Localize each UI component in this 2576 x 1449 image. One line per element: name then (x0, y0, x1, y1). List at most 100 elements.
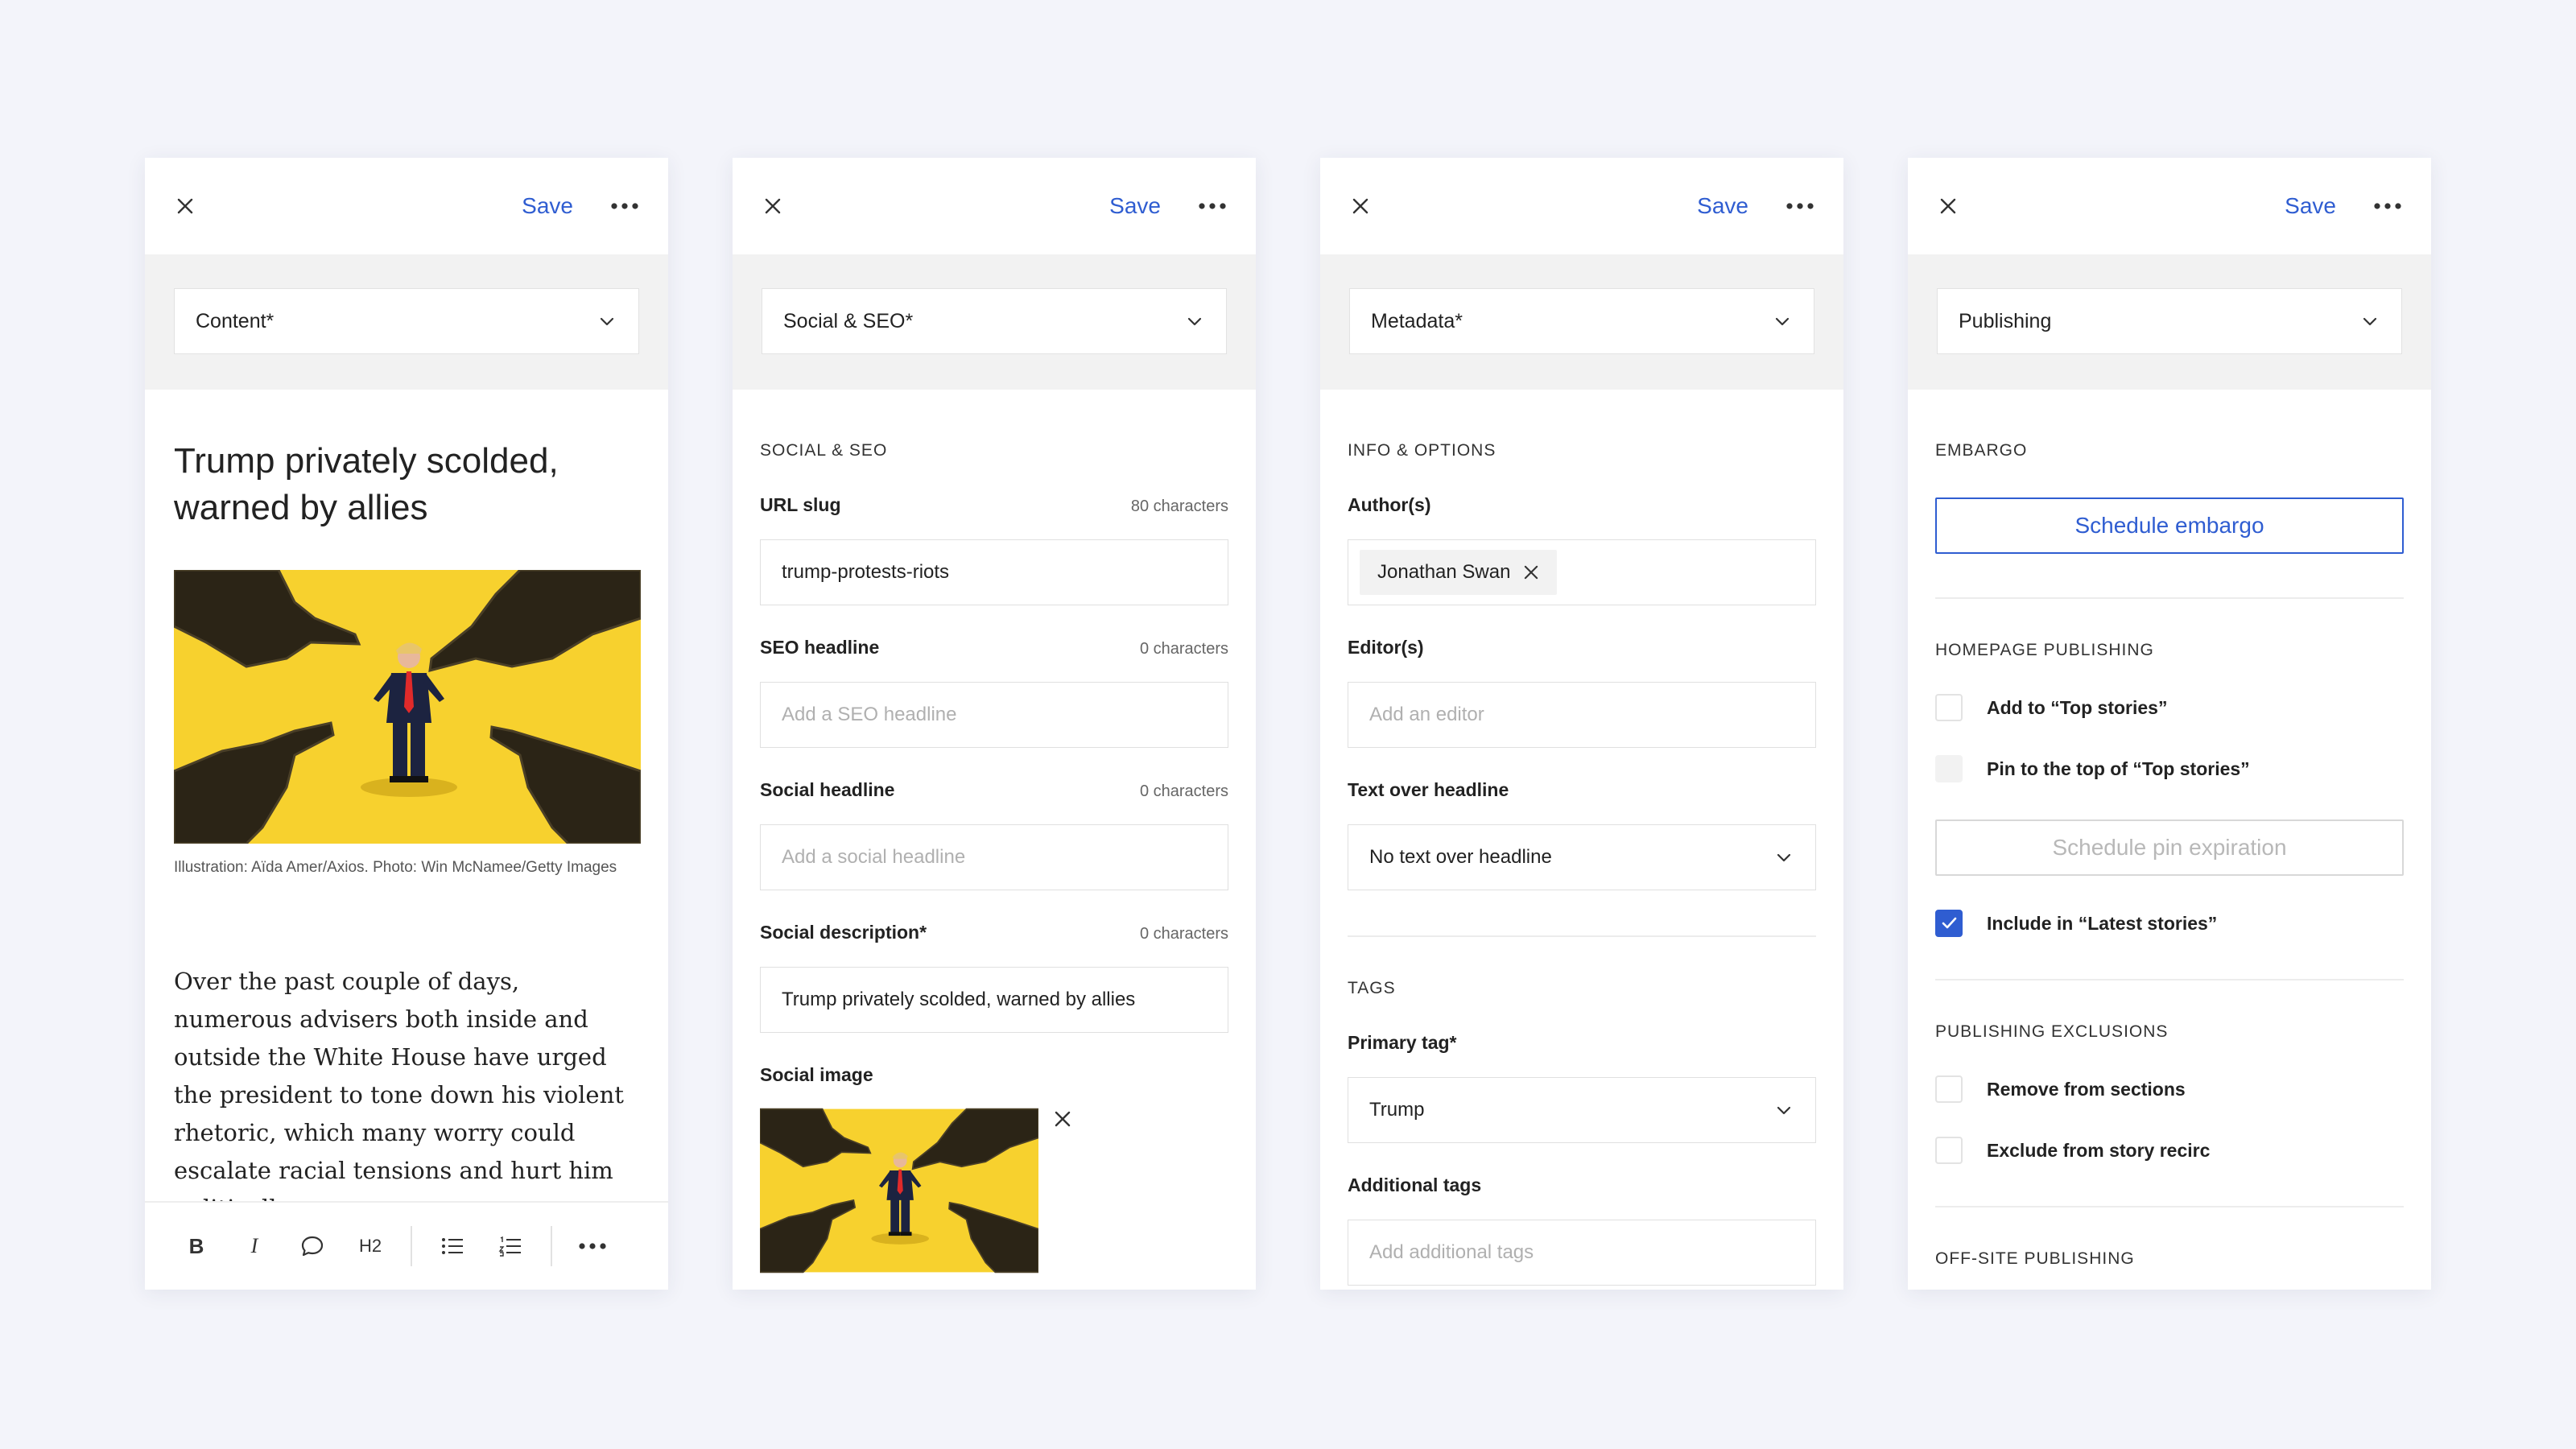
section-heading: SOCIAL & SEO (760, 441, 888, 460)
pin-top-stories-label: Pin to the top of “Top stories” (1987, 758, 2250, 779)
more-options-icon[interactable] (609, 192, 641, 221)
remove-from-sections-label: Remove from sections (1987, 1079, 2186, 1100)
social-image-label: Social image (760, 1064, 873, 1085)
exclude-recirc-checkbox[interactable] (1935, 1137, 1963, 1164)
text-over-headline-label: Text over headline (1348, 779, 1509, 800)
close-icon[interactable] (1346, 192, 1375, 221)
add-top-stories-label: Add to “Top stories” (1987, 697, 2168, 718)
include-latest-stories-label: Include in “Latest stories” (1987, 913, 2218, 934)
url-slug-label-row: URL slug 80 characters (760, 494, 1228, 516)
close-icon[interactable] (758, 192, 787, 221)
close-icon[interactable] (1934, 192, 1963, 221)
toolbar-divider (551, 1226, 552, 1266)
social-seo-form: SOCIAL & SEO URL slug 80 characters trum… (733, 390, 1256, 1290)
text-over-headline-select[interactable]: No text over headline (1348, 824, 1816, 890)
embargo-heading: EMBARGO (1935, 441, 2028, 460)
metadata-panel: Save Metadata* INFO & OPTIONS Author(s) … (1320, 158, 1843, 1290)
bold-button[interactable]: B (167, 1226, 225, 1266)
section-divider (1348, 935, 1816, 937)
remove-from-sections-checkbox[interactable] (1935, 1075, 1963, 1103)
schedule-embargo-button[interactable]: Schedule embargo (1935, 497, 2404, 554)
url-slug-input[interactable]: trump-protests-riots (760, 539, 1228, 605)
chevron-down-icon (597, 311, 617, 332)
social-description-label-row: Social description* 0 characters (760, 922, 1228, 943)
editors-label: Editor(s) (1348, 637, 1424, 658)
numbered-list-button[interactable] (481, 1226, 539, 1266)
checkmark-icon (1942, 917, 1957, 929)
pin-top-stories-checkbox (1935, 755, 1963, 782)
section-select-bar: Publishing (1908, 254, 2431, 390)
info-options-heading: INFO & OPTIONS (1348, 441, 1496, 460)
section-divider (1935, 979, 2404, 980)
publishing-panel: Save Publishing EMBARGO Schedule embargo… (1908, 158, 2431, 1290)
comment-button[interactable] (283, 1226, 341, 1266)
article-image[interactable] (174, 570, 641, 844)
content-panel: Save Content* Trump privately scolded, w… (145, 158, 668, 1290)
publishing-exclusions-heading: PUBLISHING EXCLUSIONS (1935, 1022, 2169, 1041)
social-description-label: Social description* (760, 922, 927, 943)
seo-headline-label-row: SEO headline 0 characters (760, 637, 1228, 658)
section-select[interactable]: Publishing (1937, 288, 2402, 354)
primary-tag-select[interactable]: Trump (1348, 1077, 1816, 1143)
image-caption[interactable]: Illustration: Aïda Amer/Axios. Photo: Wi… (174, 855, 639, 881)
social-headline-input[interactable]: Add a social headline (760, 824, 1228, 890)
section-select[interactable]: Content* (174, 288, 639, 354)
section-select-bar: Metadata* (1320, 254, 1843, 390)
text-over-headline-value: No text over headline (1369, 846, 1552, 868)
editors-input[interactable]: Add an editor (1348, 682, 1816, 748)
section-select[interactable]: Social & SEO* (762, 288, 1227, 354)
article-title[interactable]: Trump privately scolded, warned by allie… (174, 438, 639, 531)
social-image-thumbnail[interactable] (760, 1108, 1038, 1274)
social-headline-label-row: Social headline 0 characters (760, 779, 1228, 801)
metadata-form: INFO & OPTIONS Author(s) Jonathan Swan E… (1320, 390, 1843, 1290)
bulleted-list-button[interactable] (423, 1226, 481, 1266)
article-body[interactable]: Over the past couple of days, numerous a… (174, 963, 644, 1228)
section-select-value: Social & SEO* (783, 309, 914, 332)
social-description-input[interactable]: Trump privately scolded, warned by allie… (760, 967, 1228, 1033)
publishing-form: EMBARGO Schedule embargo HOMEPAGE PUBLIS… (1908, 390, 2431, 1290)
toolbar-divider (411, 1226, 412, 1266)
section-select-bar: Content* (145, 254, 668, 390)
save-button[interactable]: Save (2285, 192, 2336, 221)
remove-author-icon[interactable] (1518, 559, 1544, 585)
numbered-list-icon (498, 1236, 521, 1257)
add-top-stories-checkbox[interactable] (1935, 694, 1963, 721)
save-button[interactable]: Save (1697, 192, 1748, 221)
section-divider (1935, 597, 2404, 599)
more-formatting-button[interactable] (564, 1226, 621, 1266)
tags-heading: TAGS (1348, 979, 1396, 997)
save-button[interactable]: Save (1109, 192, 1161, 221)
additional-tags-label: Additional tags (1348, 1174, 1482, 1195)
more-options-icon[interactable] (2372, 192, 2404, 221)
section-select-bar: Social & SEO* (733, 254, 1256, 390)
italic-button[interactable]: I (225, 1226, 283, 1266)
off-site-publishing-heading: OFF-SITE PUBLISHING (1935, 1249, 2135, 1268)
more-options-icon (576, 1232, 609, 1261)
additional-tags-input[interactable]: Add additional tags (1348, 1220, 1816, 1286)
formatting-toolbar: B I H2 (145, 1201, 668, 1290)
seo-headline-input[interactable]: Add a SEO headline (760, 682, 1228, 748)
section-select-value: Content* (196, 309, 275, 332)
more-options-icon[interactable] (1196, 192, 1228, 221)
panel-header: Save (1908, 158, 2431, 254)
more-options-icon[interactable] (1784, 192, 1816, 221)
social-headline-count: 0 characters (1139, 782, 1228, 800)
chevron-down-icon (1773, 847, 1794, 868)
social-seo-panel: Save Social & SEO* SOCIAL & SEO URL slug… (733, 158, 1256, 1290)
section-select[interactable]: Metadata* (1349, 288, 1814, 354)
homepage-publishing-heading: HOMEPAGE PUBLISHING (1935, 641, 2154, 659)
remove-image-icon[interactable] (1048, 1104, 1077, 1133)
author-chip: Jonathan Swan (1360, 550, 1558, 595)
seo-headline-count: 0 characters (1139, 640, 1228, 658)
author-chip-label: Jonathan Swan (1377, 561, 1511, 583)
chevron-down-icon (1184, 311, 1205, 332)
seo-headline-label: SEO headline (760, 637, 880, 658)
save-button[interactable]: Save (522, 192, 573, 221)
section-select-value: Metadata* (1371, 309, 1463, 332)
heading-button[interactable]: H2 (341, 1226, 399, 1266)
panel-header: Save (1320, 158, 1843, 254)
include-latest-stories-checkbox[interactable] (1935, 910, 1963, 937)
authors-input[interactable]: Jonathan Swan (1348, 539, 1816, 605)
close-icon[interactable] (171, 192, 200, 221)
section-divider (1935, 1206, 2404, 1208)
